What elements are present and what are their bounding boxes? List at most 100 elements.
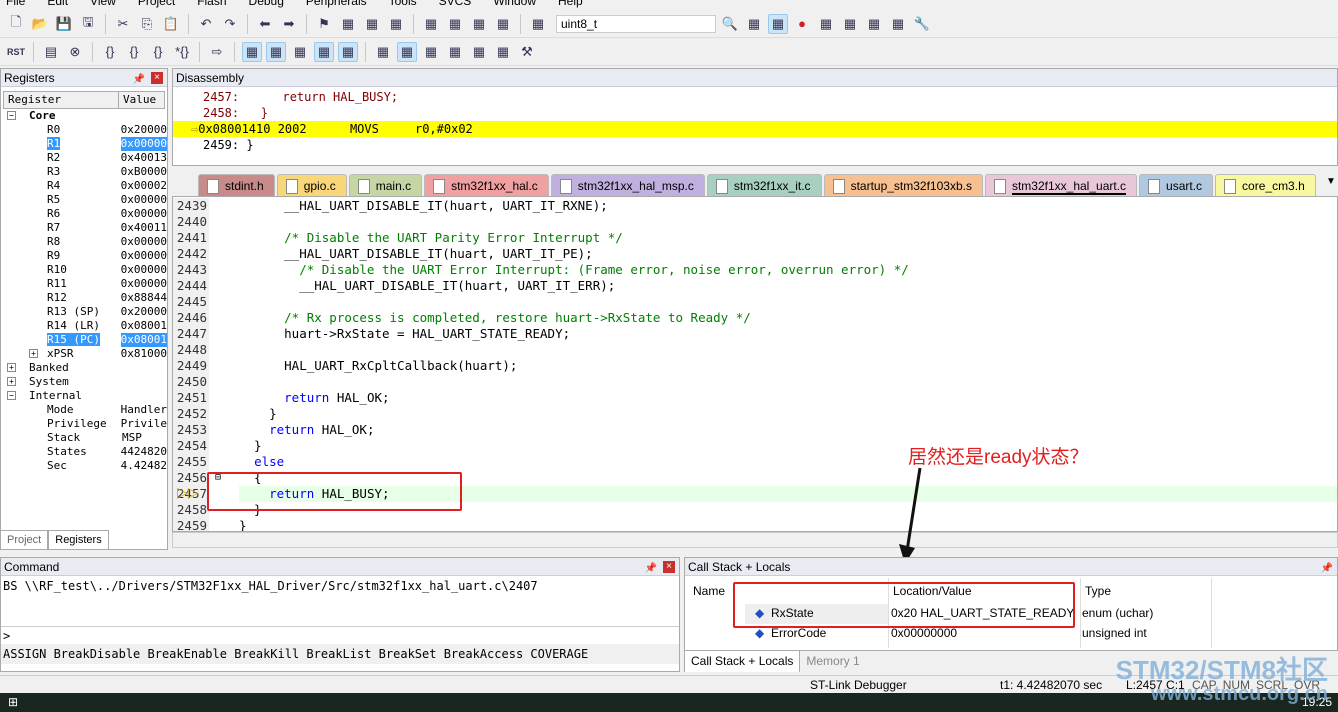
register-row[interactable]: + Banked — [1, 361, 167, 375]
system-viewer-icon[interactable]: ▦ — [493, 42, 513, 62]
collapse-icon[interactable]: − — [7, 111, 16, 120]
disassembly-line[interactable]: 2458: } — [173, 105, 1337, 121]
register-row[interactable]: R7 0x40011 — [1, 221, 167, 235]
register-row[interactable]: Mode Handler — [1, 403, 167, 417]
code-line[interactable]: 2455 else — [173, 454, 1337, 470]
expand-icon[interactable]: + — [7, 377, 16, 386]
stop-icon[interactable]: ⊗ — [65, 42, 85, 62]
close-icon[interactable]: × — [151, 72, 163, 84]
disassembly-line[interactable]: 2457: return HAL_BUSY; — [173, 89, 1337, 105]
tab-main-c[interactable]: main.c — [348, 174, 423, 196]
menu-tools[interactable]: Tools — [389, 0, 417, 8]
window-layout-icon[interactable]: ▦ — [888, 14, 908, 34]
code-line[interactable]: 2448 — [173, 342, 1337, 358]
command-input[interactable]: > — [1, 626, 679, 644]
code-line[interactable]: 2445 — [173, 294, 1337, 310]
menu-project[interactable]: Project — [138, 0, 175, 8]
call-stack-window-icon[interactable]: ▦ — [338, 41, 358, 62]
expand-icon[interactable]: + — [29, 349, 38, 358]
column-register[interactable]: Register — [4, 92, 119, 108]
tab-core-cm3-h[interactable]: core_cm3.h — [1215, 174, 1316, 196]
clear-breakpoints-icon[interactable]: ▦ — [864, 14, 884, 34]
register-row[interactable]: R13 (SP) 0x20000 — [1, 305, 167, 319]
register-row[interactable]: R10 0x00000 — [1, 263, 167, 277]
column-name[interactable]: Name — [693, 584, 725, 598]
code-line[interactable]: 2439 __HAL_UART_DISABLE_IT(huart, UART_I… — [173, 198, 1337, 214]
pin-icon[interactable]: 📌 — [1321, 560, 1333, 578]
register-row[interactable]: R4 0x00002 — [1, 179, 167, 193]
symbols-window-icon[interactable]: ▦ — [290, 42, 310, 62]
register-row[interactable]: Privilege Privile — [1, 417, 167, 431]
redo-icon[interactable]: ↷ — [220, 14, 240, 34]
register-row[interactable]: R0 0x20000 — [1, 123, 167, 137]
register-row[interactable]: R14 (LR) 0x08001 — [1, 319, 167, 333]
run-icon[interactable]: ▤ — [41, 42, 61, 62]
register-row[interactable]: R5 0x00000 — [1, 193, 167, 207]
paste-icon[interactable]: 📋 — [161, 14, 181, 34]
step-out-icon[interactable]: {} — [148, 42, 168, 62]
next-bookmark-icon[interactable]: ▦ — [362, 14, 382, 34]
disassembly-line[interactable]: ⇨0x08001410 2002 MOVS r0,#0x02 — [173, 121, 1337, 137]
unindent-icon[interactable]: ▦ — [445, 14, 465, 34]
tab-memory-1[interactable]: Memory 1 — [800, 651, 865, 672]
memory-window-icon[interactable]: ▦ — [397, 41, 417, 62]
register-row[interactable]: R8 0x00000 — [1, 235, 167, 249]
code-line[interactable]: 2442 __HAL_UART_DISABLE_IT(huart, UART_I… — [173, 246, 1337, 262]
cut-icon[interactable]: ✂ — [113, 14, 133, 34]
tab-stm32f1xx-hal-uart-c[interactable]: stm32f1xx_hal_uart.c — [984, 174, 1138, 196]
register-row[interactable]: R6 0x00000 — [1, 207, 167, 221]
comment-icon[interactable]: ▦ — [469, 14, 489, 34]
register-row[interactable]: R12 0x88844 — [1, 291, 167, 305]
find-combobox[interactable]: uint8_t — [556, 14, 716, 33]
tab-startup-stm32f103xb-s[interactable]: startup_stm32f103xb.s — [823, 174, 983, 196]
run-to-cursor-icon[interactable]: *{} — [172, 42, 192, 62]
collapse-icon[interactable]: − — [7, 391, 16, 400]
disassembly-window-icon[interactable]: ▦ — [266, 41, 286, 62]
step-over-icon[interactable]: {} — [124, 42, 144, 62]
tab-call-stack-locals[interactable]: Call Stack + Locals — [685, 651, 801, 672]
code-line[interactable]: 2453 return HAL_OK; — [173, 422, 1337, 438]
command-window-icon[interactable]: ▦ — [242, 41, 262, 62]
tab-usart-c[interactable]: usart.c — [1139, 174, 1214, 196]
code-line[interactable]: 2454 } — [173, 438, 1337, 454]
disable-breakpoint-icon[interactable]: ▦ — [816, 14, 836, 34]
tab-stm32f1xx-hal-c[interactable]: stm32f1xx_hal.c — [424, 174, 549, 196]
find-icon[interactable]: 🔍 — [720, 14, 740, 34]
code-line[interactable]: 2446 /* Rx process is completed, restore… — [173, 310, 1337, 326]
registers-window-icon[interactable]: ▦ — [314, 41, 334, 62]
register-row[interactable]: R9 0x00000 — [1, 249, 167, 263]
kill-breakpoints-icon[interactable]: ▦ — [840, 14, 860, 34]
clear-bookmarks-icon[interactable]: ▦ — [386, 14, 406, 34]
register-row[interactable]: + xPSR 0x81000 — [1, 347, 167, 361]
register-row[interactable]: R3 0xB0000 — [1, 165, 167, 179]
menu-flash[interactable]: Flash — [197, 0, 226, 8]
tab-stdint-h[interactable]: stdint.h — [198, 174, 275, 196]
register-row[interactable]: + System — [1, 375, 167, 389]
tab-stm32f1xx-it-c[interactable]: stm32f1xx_it.c — [706, 174, 822, 196]
pin-icon[interactable]: 📌 — [645, 560, 657, 578]
incremental-find-icon[interactable]: ▦ — [744, 14, 764, 34]
pin-icon[interactable]: 📌 — [133, 71, 145, 89]
configure-icon[interactable]: 🔧 — [912, 14, 932, 34]
code-line[interactable]: 2452 } — [173, 406, 1337, 422]
code-line[interactable]: 2440 — [173, 214, 1337, 230]
horizontal-scrollbar[interactable] — [172, 532, 1338, 548]
menu-window[interactable]: Window — [493, 0, 536, 8]
find-in-files-icon[interactable]: ▦ — [528, 14, 548, 34]
code-line[interactable]: 2450 — [173, 374, 1337, 390]
menu-peripherals[interactable]: Peripherals — [306, 0, 367, 8]
register-row[interactable]: − Core — [1, 109, 167, 123]
copy-icon[interactable]: ⎘ — [137, 14, 157, 34]
tab-project[interactable]: Project — [0, 530, 49, 550]
menu-help[interactable]: Help — [558, 0, 583, 8]
tab-gpio-c[interactable]: gpio.c — [276, 174, 347, 196]
tabs-dropdown-icon[interactable]: ▼ — [1326, 176, 1336, 187]
trace-window-icon[interactable]: ▦ — [469, 42, 489, 62]
prev-bookmark-icon[interactable]: ▦ — [338, 14, 358, 34]
column-type[interactable]: Type — [1085, 584, 1111, 598]
register-row[interactable]: Sec 4.42482 — [1, 459, 167, 473]
save-icon[interactable]: 💾 — [54, 14, 74, 34]
register-row[interactable]: − Internal — [1, 389, 167, 403]
debug-session-icon[interactable]: ▦ — [768, 13, 788, 34]
local-errorcode[interactable]: ◆ ErrorCode — [745, 626, 826, 640]
